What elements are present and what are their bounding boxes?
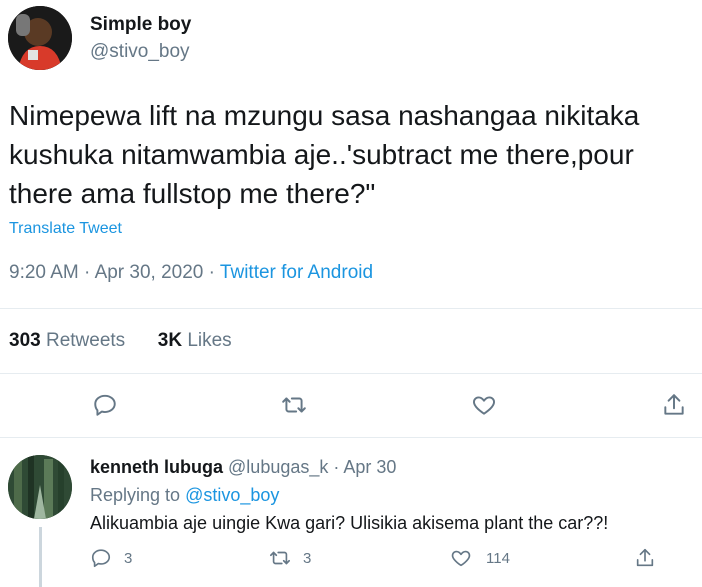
author-handle-row: @stivo_boy (90, 41, 190, 63)
retweet-button[interactable] (281, 392, 307, 423)
retweet-arrows-icon (270, 551, 290, 565)
replying-to: Replying to @stivo_boy (90, 485, 279, 506)
reply-author-name[interactable]: kenneth lubuga (90, 457, 223, 477)
thread-line (39, 527, 42, 587)
share-button[interactable] (661, 392, 687, 423)
reply-like-count: 114 (486, 549, 510, 567)
likes-stat[interactable]: 3K Likes (158, 330, 232, 351)
retweets-count: 303 (9, 330, 41, 351)
share-upload-icon (636, 548, 654, 567)
author-name[interactable]: Simple boy (90, 14, 191, 35)
divider (0, 308, 702, 309)
tweet-date[interactable]: Apr 30, 2020 (95, 262, 204, 283)
translate-tweet-link[interactable]: Translate Tweet (9, 220, 122, 238)
reply-author-handle[interactable]: @lubugas_k (228, 457, 328, 477)
retweet-arrows-icon (282, 397, 306, 413)
replying-to-handle[interactable]: @stivo_boy (185, 485, 279, 505)
likes-count: 3K (157, 330, 183, 351)
meta-separator: · (333, 457, 344, 477)
meta-separator: · (84, 262, 95, 283)
reply-text: Alikuambia aje uingie Kwa gari? Ulisikia… (90, 513, 609, 533)
reply-button[interactable] (92, 392, 118, 423)
speech-bubble-icon (94, 394, 116, 416)
author-avatar[interactable] (8, 6, 72, 70)
tweet-meta: 9:20 AM · Apr 30, 2020 · Twitter for And… (9, 262, 373, 284)
reply-share-button[interactable] (634, 547, 656, 574)
author-handle[interactable]: @stivo_boy (90, 41, 190, 62)
replying-prefix: Replying to (90, 485, 181, 505)
divider (0, 373, 702, 374)
reply-author-avatar[interactable] (8, 455, 72, 519)
tweet-time[interactable]: 9:20 AM (9, 262, 79, 283)
author-name-row: Simple boy (90, 14, 191, 36)
reply-retweet-count: 3 (303, 549, 312, 567)
reply-retweet-button[interactable]: 3 (269, 547, 311, 569)
speech-bubble-icon (91, 549, 111, 568)
retweets-stat[interactable]: 303 Retweets (9, 330, 130, 351)
retweets-label: Retweets (45, 330, 126, 351)
likes-label: Likes (187, 330, 232, 351)
like-button[interactable] (471, 392, 497, 423)
meta-separator: · (208, 262, 220, 283)
tweet-text: Nimepewa lift na mzungu sasa nashangaa n… (9, 100, 640, 209)
heart-icon (473, 396, 495, 415)
reply-header: kenneth lubuga @lubugas_k · Apr 30 (90, 457, 396, 478)
tweet-stats: 303 Retweets 3K Likes (9, 330, 232, 352)
reply-reply-count: 3 (124, 549, 133, 567)
share-upload-icon (664, 394, 684, 415)
reply-date[interactable]: Apr 30 (343, 457, 396, 477)
reply-like-button[interactable]: 114 (450, 547, 510, 569)
divider (0, 437, 702, 438)
tweet-source[interactable]: Twitter for Android (220, 262, 373, 283)
heart-icon (451, 550, 471, 567)
reply-reply-button[interactable]: 3 (90, 547, 132, 569)
